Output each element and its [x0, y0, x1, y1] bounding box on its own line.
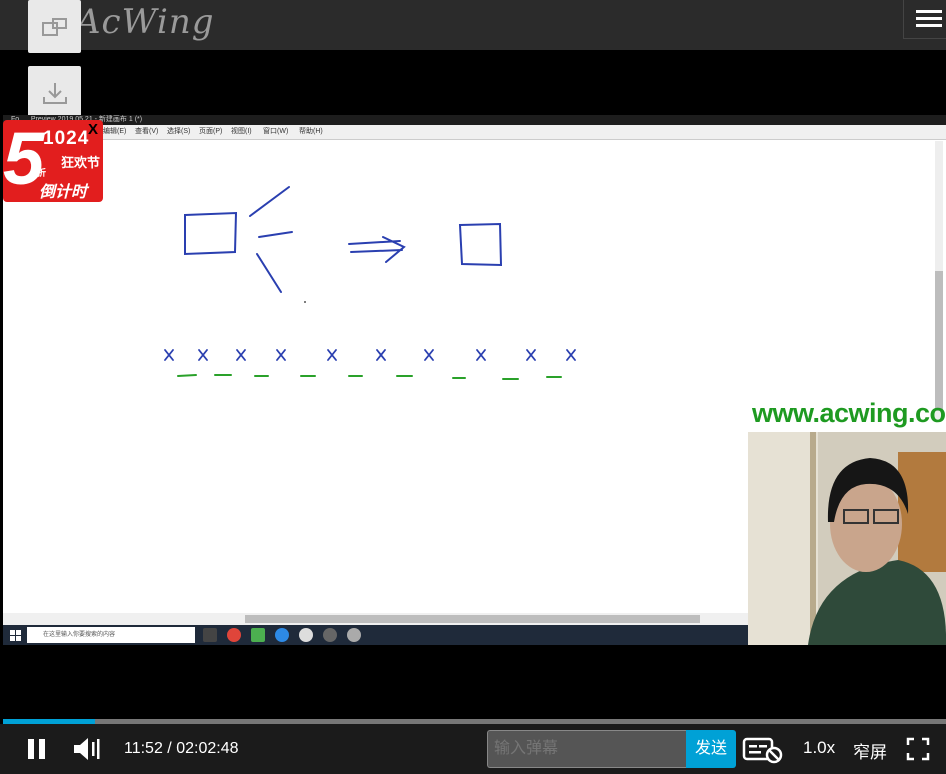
ad-close-button[interactable]: X: [88, 121, 98, 138]
playback-speed-button[interactable]: 1.0x: [803, 738, 835, 758]
ad-festival: 狂欢节: [61, 155, 101, 170]
watermark-url: www.acwing.com: [752, 398, 946, 428]
webcam-overlay: [748, 432, 946, 645]
danmaku-off-icon: [742, 737, 783, 764]
app-menu-bar: 编辑(E) 查看(V) 选择(S) 页面(P) 视图(I) 窗口(W) 帮助(H…: [3, 125, 946, 140]
taskbar-search: 在这里输入你要搜索的内容: [27, 627, 195, 643]
download-button[interactable]: [28, 66, 81, 119]
app-menu-item: 编辑(E): [103, 128, 127, 135]
volume-icon: [74, 738, 100, 760]
time-display: 11:52 / 02:02:48: [124, 740, 238, 758]
danmaku-input[interactable]: [487, 730, 687, 768]
ad-number: 1024: [43, 128, 90, 149]
app-menu-item: 查看(V): [135, 128, 159, 135]
pause-button[interactable]: [26, 737, 48, 761]
wechat-icon: [299, 628, 313, 642]
screen-mode-button[interactable]: 窄屏: [853, 738, 887, 763]
browser-icon: [275, 628, 289, 642]
pause-icon: [28, 739, 45, 759]
time-separator: /: [162, 740, 177, 757]
send-danmaku-button[interactable]: 发送: [686, 730, 736, 768]
windows-taskbar: 在这里输入你要搜索的内容: [3, 625, 749, 645]
volume-button[interactable]: [72, 736, 102, 762]
chrome-icon: [227, 628, 241, 642]
taskbar-search-text: 在这里输入你要搜索的内容: [43, 632, 116, 638]
hamburger-menu-button[interactable]: [903, 0, 946, 39]
horizontal-scrollbar[interactable]: [3, 613, 749, 625]
chrome-icon: [347, 628, 361, 642]
app-menu-item: 帮助(H): [299, 128, 323, 135]
app-menu-item: 窗口(W): [263, 128, 289, 135]
presenter-image: [748, 432, 946, 645]
danmaku-toggle-button[interactable]: [742, 736, 784, 764]
task-view-icon: [203, 628, 217, 642]
player-controls: 11:52 / 02:02:48 发送 1.0x 窄屏: [0, 724, 946, 774]
current-time: 11:52: [124, 740, 163, 757]
windows-start-icon: [10, 630, 22, 642]
app-icon: [251, 628, 265, 642]
picture-in-picture-button[interactable]: [28, 0, 81, 53]
picture-in-picture-icon: [41, 17, 67, 36]
top-bar: AcWing: [0, 0, 946, 50]
ad-big-digit: 5: [3, 120, 45, 200]
site-logo[interactable]: AcWing: [76, 2, 214, 42]
total-time: 02:02:48: [176, 740, 239, 757]
fullscreen-icon: [906, 737, 930, 761]
app-title-bar: Fo..... Preview 2019.05.21 - 新建画布 1 (*): [3, 115, 946, 125]
app-icon: [323, 628, 337, 642]
ad-countdown: 倒计时: [39, 184, 88, 201]
app-menu-item: 视图(I): [231, 128, 252, 135]
app-menu-item: 页面(P): [199, 128, 223, 135]
vertical-scrollbar[interactable]: [935, 141, 943, 421]
fullscreen-button[interactable]: [906, 737, 930, 761]
app-menu-item: 选择(S): [167, 128, 191, 135]
download-icon: [42, 82, 67, 104]
